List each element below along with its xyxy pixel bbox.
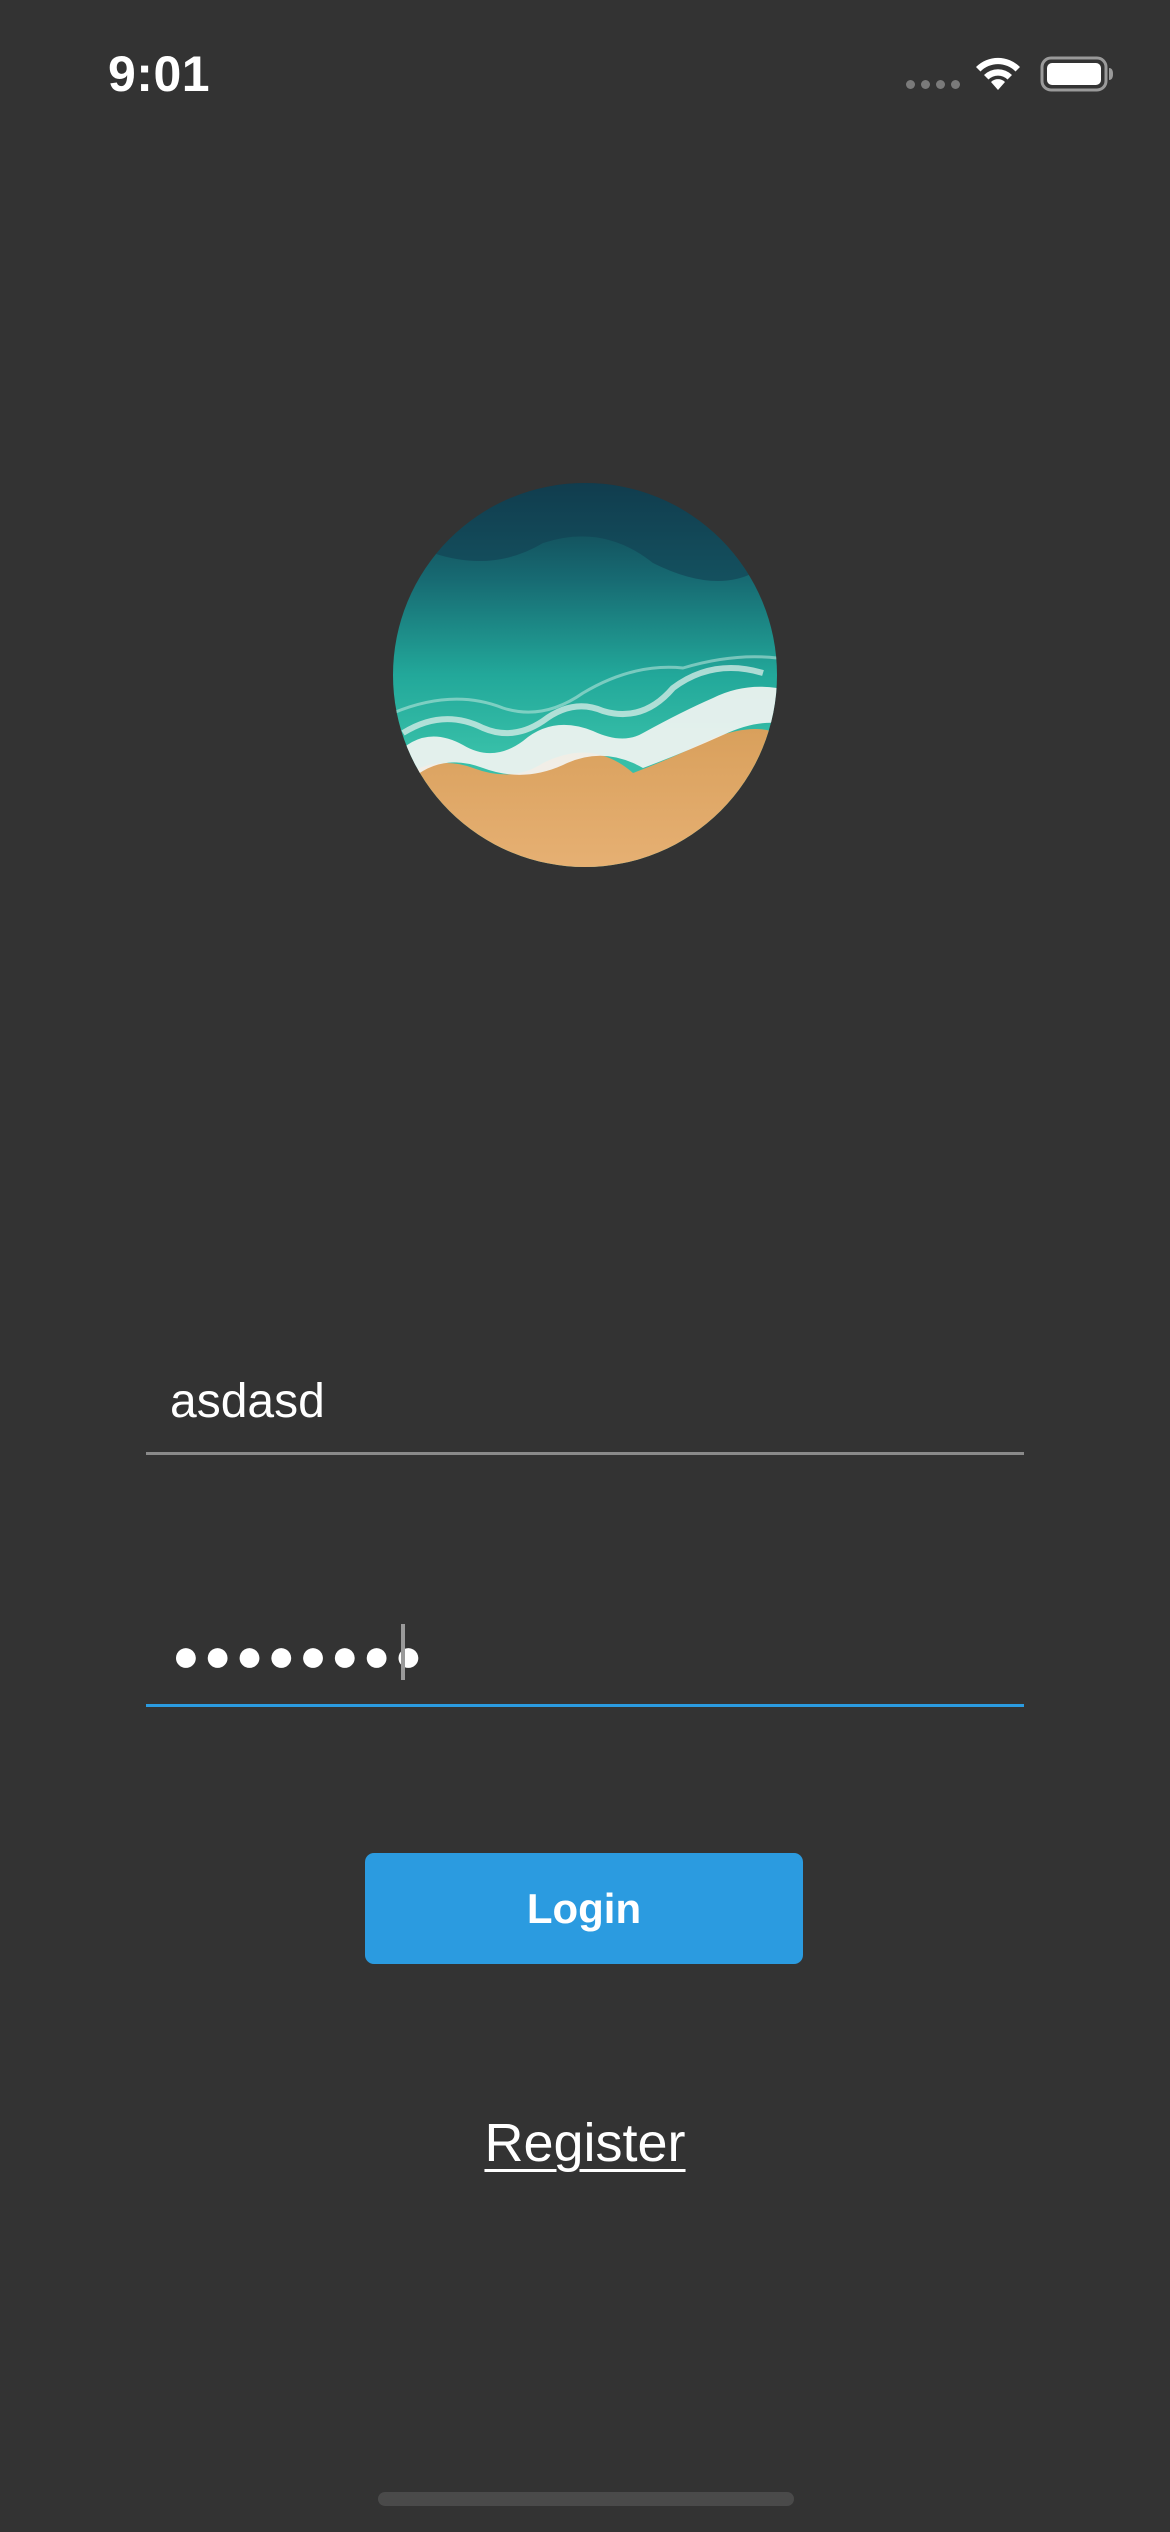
battery-icon — [1040, 56, 1113, 92]
home-indicator[interactable] — [378, 2492, 794, 2506]
username-value: asdasd — [170, 1375, 325, 1428]
login-button[interactable]: Login — [365, 1853, 803, 1964]
status-bar: 9:01 — [0, 0, 1170, 150]
register-link[interactable]: Register — [0, 2112, 1170, 2174]
password-field[interactable]: ●●●●●●●● — [146, 1614, 1024, 1707]
wifi-icon — [976, 57, 1020, 90]
cellular-signal-icon — [906, 80, 960, 92]
status-time: 9:01 — [108, 46, 211, 102]
password-mask: ●●●●●●●● — [172, 1629, 427, 1681]
login-screen: 9:01 asdasd ●●●●●●●● Login Register — [0, 0, 1170, 2532]
beach-avatar-image — [393, 483, 777, 867]
username-field[interactable]: asdasd — [146, 1362, 1024, 1455]
text-cursor — [401, 1624, 405, 1680]
